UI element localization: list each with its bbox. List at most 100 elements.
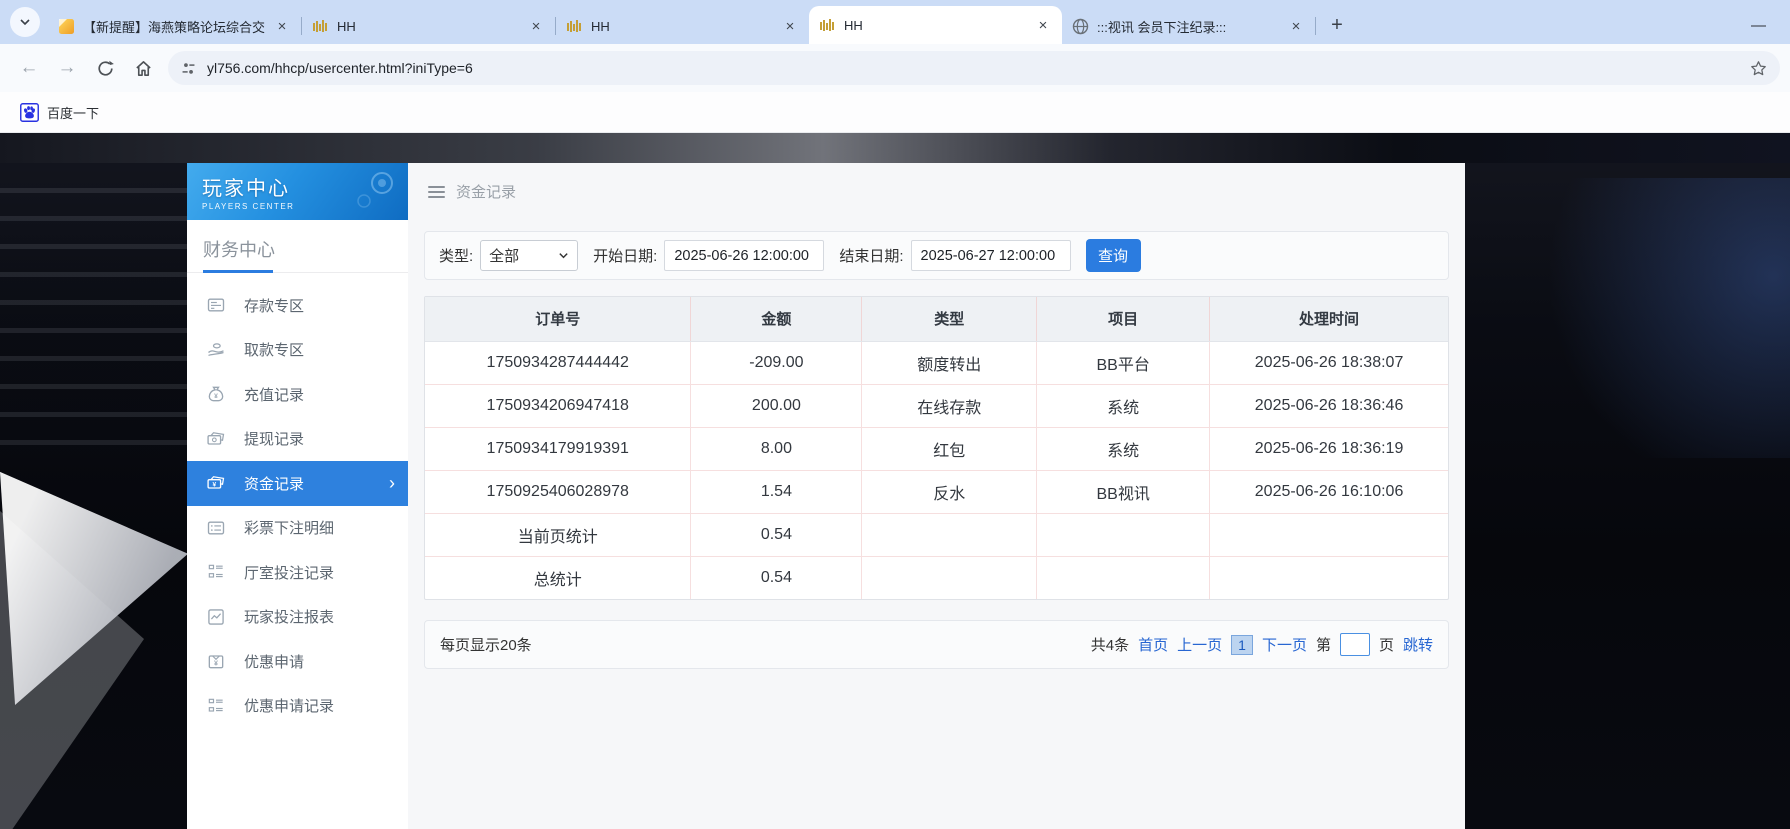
type-cell: 红包 — [862, 427, 1037, 470]
sidebar-item-hall-bet-record[interactable]: 厅室投注记录 — [187, 550, 408, 595]
tab-search-button[interactable] — [10, 7, 40, 37]
type-select[interactable]: 全部 — [480, 240, 578, 271]
gold-bars-favicon — [312, 18, 329, 35]
new-tab-button[interactable]: + — [1324, 12, 1350, 38]
next-page-link[interactable]: 下一页 — [1262, 634, 1307, 655]
site-info-icon — [180, 60, 197, 77]
tab-close-icon[interactable]: × — [781, 17, 799, 35]
sidebar-header: 玩家中心 PLAYERS CENTER — [187, 163, 408, 220]
first-page-link[interactable]: 首页 — [1138, 634, 1168, 655]
sidebar-divider — [187, 272, 408, 273]
tab-close-icon[interactable]: × — [1287, 17, 1305, 35]
pagination-bar: 每页显示20条 共4条 首页 上一页 1 下一页 第 页 跳转 — [424, 620, 1449, 669]
tab-hh-1[interactable]: HH × — [302, 8, 555, 44]
lottery-detail-icon — [205, 517, 227, 539]
amount-cell: -209.00 — [691, 341, 862, 384]
prev-page-link[interactable]: 上一页 — [1177, 634, 1222, 655]
sidebar-item-withdrawal-record[interactable]: 提现记录 — [187, 417, 408, 462]
header-order-id: 订单号 — [425, 297, 691, 341]
promo-apply-icon: ¥ — [205, 650, 227, 672]
sidebar-menu: 存款专区 取款专区 ¥ 充值记录 — [187, 273, 408, 728]
forward-button[interactable]: → — [52, 53, 82, 83]
order-id-cell: 1750934206947418 — [425, 384, 691, 427]
sidebar-item-label: 玩家投注报表 — [244, 606, 334, 627]
tab-title: :::视讯 会员下注纪录::: — [1097, 17, 1287, 36]
sidebar-item-label: 提现记录 — [244, 428, 304, 449]
tab-title: HH — [591, 19, 781, 34]
home-button[interactable] — [128, 53, 158, 83]
sidebar-item-label: 充值记录 — [244, 384, 304, 405]
start-date-label: 开始日期: — [593, 245, 657, 266]
url-bar[interactable]: yl756.com/hhcp/usercenter.html?iniType=6 — [168, 51, 1780, 85]
jump-button[interactable]: 跳转 — [1403, 634, 1433, 655]
summary-amount-cell: 0.54 — [691, 556, 862, 599]
player-center-card: 玩家中心 PLAYERS CENTER 财务中心 存款专区 — [187, 163, 1465, 829]
jump-page-input[interactable] — [1340, 633, 1370, 656]
bookmark-star-icon[interactable] — [1749, 59, 1768, 78]
sidebar-section-title: 财务中心 — [187, 220, 408, 262]
summary-label-cell: 总统计 — [425, 556, 691, 599]
amount-cell: 200.00 — [691, 384, 862, 427]
summary-amount-cell: 0.54 — [691, 513, 862, 556]
hamburger-icon — [428, 183, 445, 201]
sidebar-item-lottery-detail[interactable]: 彩票下注明细 — [187, 506, 408, 551]
sidebar-item-bet-report[interactable]: 玩家投注报表 — [187, 595, 408, 640]
tab-hh-2[interactable]: HH × — [556, 8, 809, 44]
tab-hh-active[interactable]: HH × — [809, 6, 1062, 44]
time-cell: 2025-06-26 16:10:06 — [1210, 470, 1448, 513]
funds-record-icon: ¥ — [205, 472, 227, 494]
tab-forum[interactable]: 【新提醒】海燕策略论坛综合交 × — [48, 8, 301, 44]
tab-close-icon[interactable]: × — [273, 17, 291, 35]
svg-text:¥: ¥ — [214, 393, 218, 400]
sidebar-item-funds-record[interactable]: ¥ 资金记录 › — [187, 461, 408, 506]
background-glow — [1460, 178, 1790, 458]
background-streaks — [0, 188, 210, 458]
table-row: 1750934179919391 8.00 红包 系统 2025-06-26 1… — [425, 427, 1448, 470]
tab-title: 【新提醒】海燕策略论坛综合交 — [83, 17, 273, 36]
sidebar-item-recharge-record[interactable]: ¥ 充值记录 — [187, 372, 408, 417]
type-cell: 额度转出 — [862, 341, 1037, 384]
sidebar-item-label: 厅室投注记录 — [244, 562, 334, 583]
table-row: 1750925406028978 1.54 反水 BB视讯 2025-06-26… — [425, 470, 1448, 513]
tab-video-records[interactable]: :::视讯 会员下注纪录::: × — [1062, 8, 1315, 44]
sidebar-item-label: 优惠申请记录 — [244, 695, 334, 716]
amount-cell: 8.00 — [691, 427, 862, 470]
page-background: 玩家中心 PLAYERS CENTER 财务中心 存款专区 — [0, 133, 1790, 829]
tab-title: HH — [844, 18, 1034, 33]
svg-text:¥: ¥ — [212, 482, 216, 489]
forum-favicon — [58, 18, 75, 35]
back-button[interactable]: ← — [14, 53, 44, 83]
chevron-down-icon — [558, 250, 569, 261]
reload-icon — [96, 59, 115, 78]
time-cell: 2025-06-26 18:38:07 — [1210, 341, 1448, 384]
background-band — [0, 133, 1790, 163]
search-button[interactable]: 查询 — [1086, 239, 1141, 272]
start-date-input[interactable]: 2025-06-26 12:00:00 — [664, 240, 824, 271]
main-content: 资金记录 类型: 全部 开始日期: 2025-06-26 12:00:00 结束… — [408, 163, 1465, 829]
deposit-icon — [205, 294, 227, 316]
tab-divider — [1315, 17, 1316, 35]
project-cell: 系统 — [1037, 427, 1210, 470]
window-minimize-button[interactable]: — — [1751, 17, 1766, 34]
bookmarks-bar: 百度一下 — [0, 92, 1790, 133]
funds-table: 订单号 金额 类型 项目 处理时间 1750934287444442 -209.… — [424, 296, 1449, 600]
sidebar-item-withdraw[interactable]: 取款专区 — [187, 328, 408, 373]
tab-close-icon[interactable]: × — [527, 17, 545, 35]
reload-button[interactable] — [90, 53, 120, 83]
sidebar-item-promo-apply[interactable]: ¥ 优惠申请 — [187, 639, 408, 684]
header-amount: 金额 — [691, 297, 862, 341]
gold-bars-favicon — [819, 17, 836, 34]
sidebar-item-label: 资金记录 — [244, 473, 304, 494]
main-header: 资金记录 — [408, 163, 1465, 220]
total-summary-row: 总统计 0.54 — [425, 556, 1448, 599]
sidebar-item-promo-record[interactable]: 优惠申请记录 — [187, 684, 408, 729]
sidebar-item-deposit[interactable]: 存款专区 — [187, 283, 408, 328]
type-select-value: 全部 — [489, 245, 519, 266]
summary-label-cell: 当前页统计 — [425, 513, 691, 556]
end-date-input[interactable]: 2025-06-27 12:00:00 — [911, 240, 1071, 271]
tab-close-icon[interactable]: × — [1034, 16, 1052, 34]
bookmark-baidu[interactable]: 百度一下 — [14, 99, 105, 126]
svg-text:¥: ¥ — [214, 660, 218, 668]
header-process-time: 处理时间 — [1210, 297, 1448, 341]
header-type: 类型 — [862, 297, 1037, 341]
